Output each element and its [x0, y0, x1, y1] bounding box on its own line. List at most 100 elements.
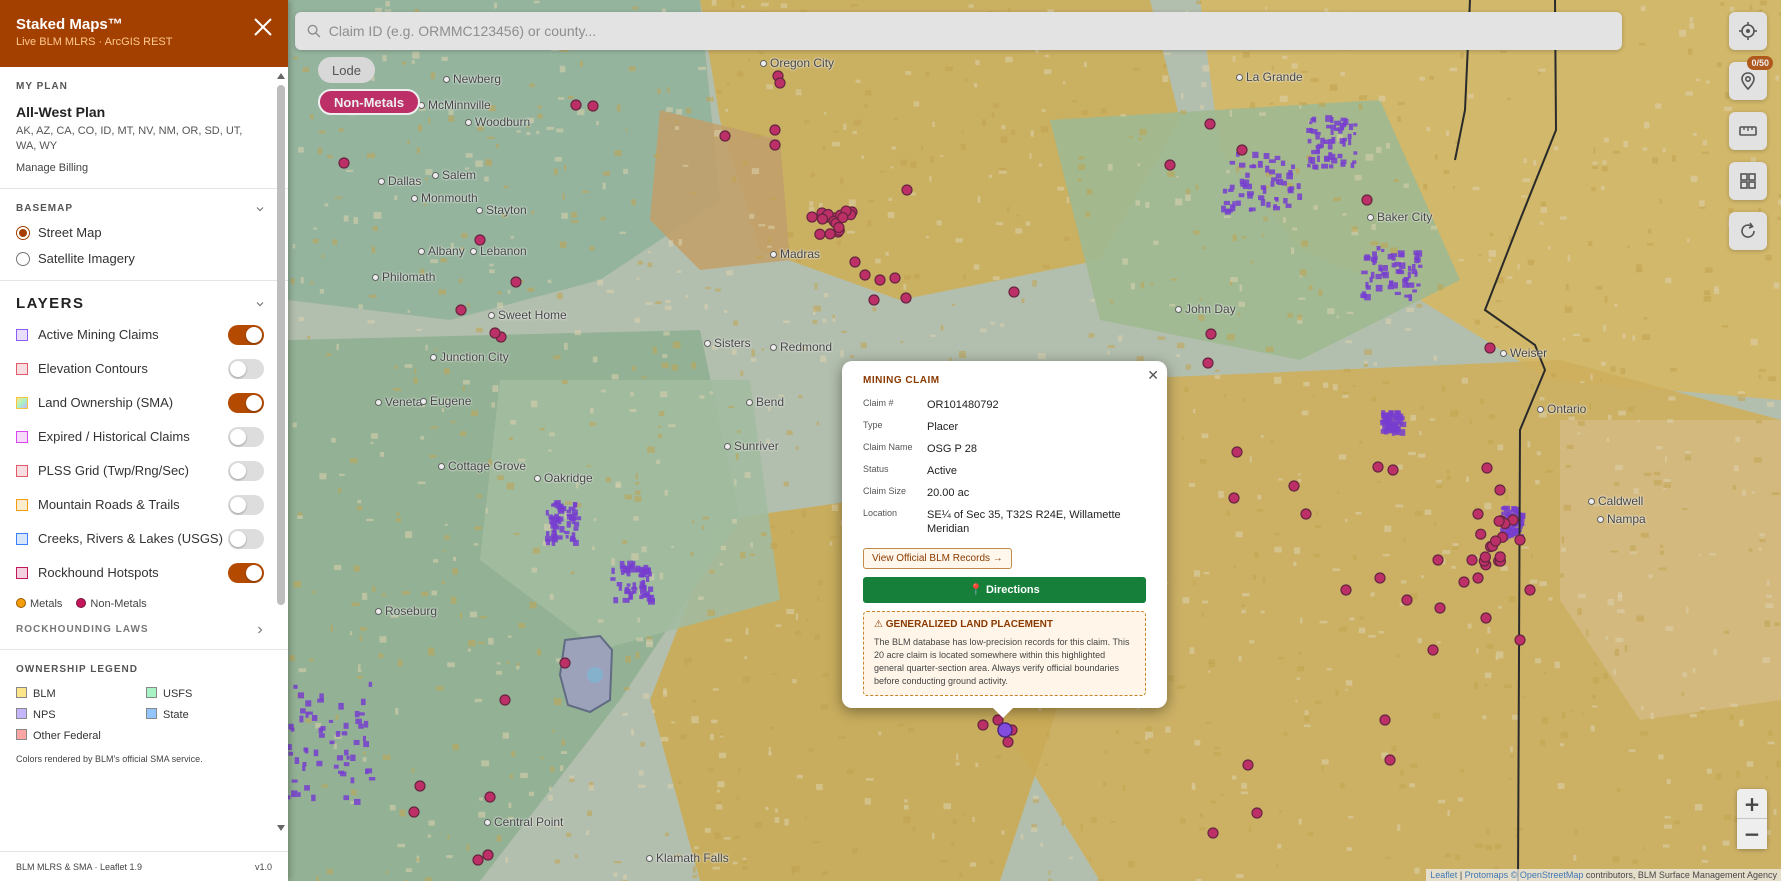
popup-close-icon[interactable]: ✕: [1147, 367, 1159, 384]
layer-row[interactable]: Land Ownership (SMA): [16, 392, 264, 414]
osm-link[interactable]: © OpenStreetMap: [1511, 870, 1584, 880]
map-place-label: Albany: [418, 244, 465, 258]
map-place-label: Stayton: [476, 203, 527, 217]
layer-swatch: [16, 533, 28, 545]
layer-row[interactable]: Expired / Historical Claims: [16, 426, 264, 448]
map-pin-icon: [1741, 72, 1755, 91]
pin-count-badge: 0/50: [1747, 56, 1773, 70]
map-place-label: Sunriver: [724, 439, 779, 453]
layer-toggle[interactable]: [228, 495, 264, 515]
layers-title: LAYERS: [16, 295, 85, 312]
chevron-down-icon: [256, 206, 264, 211]
my-plan-label: MY PLAN: [16, 81, 68, 92]
rockhounding-laws-link[interactable]: ROCKHOUNDING LAWS: [16, 624, 264, 635]
layer-row[interactable]: Rockhound Hotspots: [16, 562, 264, 584]
layer-row[interactable]: PLSS Grid (Twp/Rng/Sec): [16, 460, 264, 482]
popup-title: MINING CLAIM: [863, 375, 940, 386]
layer-toggle[interactable]: [228, 563, 264, 583]
layer-row[interactable]: Mountain Roads & Trails: [16, 494, 264, 516]
map-place-label: Klamath Falls: [646, 851, 729, 865]
basemap-option-label: Street Map: [38, 225, 102, 240]
layer-row[interactable]: Elevation Contours: [16, 358, 264, 380]
layer-label: PLSS Grid (Twp/Rng/Sec): [38, 463, 189, 478]
ownership-swatch: [16, 687, 27, 698]
map-place-label: Newberg: [443, 72, 501, 86]
basemap-header[interactable]: BASEMAP: [16, 203, 264, 214]
legend-metals: Metals: [16, 598, 62, 610]
layer-toggle[interactable]: [228, 461, 264, 481]
locate-button[interactable]: [1729, 12, 1767, 50]
sidebar-footer: BLM MLRS & SMA · Leaflet 1.9 v1.0: [0, 851, 288, 881]
refresh-icon: [1741, 222, 1755, 238]
layer-row[interactable]: Active Mining Claims: [16, 324, 264, 346]
ownership-item: State: [146, 708, 256, 721]
refresh-button[interactable]: [1729, 212, 1767, 250]
manage-billing-link[interactable]: Manage Billing: [16, 162, 264, 174]
layer-label: Elevation Contours: [38, 361, 148, 376]
layer-swatch: [16, 397, 28, 409]
map-place-label: Philomath: [372, 270, 435, 284]
zoom-control: + −: [1737, 789, 1767, 849]
claim-search-input[interactable]: [328, 23, 1622, 39]
ownership-swatch: [16, 708, 27, 719]
view-blm-records-button[interactable]: View Official BLM Records →: [863, 548, 1012, 569]
map-place-label: Weiser: [1500, 346, 1547, 360]
close-sidebar-icon[interactable]: [252, 16, 274, 38]
my-plan-section: MY PLAN All-West Plan AK, AZ, CA, CO, ID…: [0, 67, 288, 189]
ownership-item: NPS: [16, 708, 146, 721]
map-place-label: Central Point: [484, 815, 563, 829]
map-tools: 0/50: [1729, 12, 1773, 250]
layer-toggle[interactable]: [228, 325, 264, 345]
protomaps-link[interactable]: Protomaps: [1465, 870, 1509, 880]
sidebar-scrollbar[interactable]: [277, 71, 285, 831]
layer-label: Expired / Historical Claims: [38, 429, 190, 444]
layer-toggle[interactable]: [228, 529, 264, 549]
plan-states: AK, AZ, CA, CO, ID, MT, NV, NM, OR, SD, …: [16, 125, 243, 152]
app-title: Staked Maps™: [16, 16, 123, 33]
map-place-label: Eugene: [420, 394, 471, 408]
layer-label: Mountain Roads & Trails: [38, 497, 180, 512]
field-value: Active: [927, 465, 957, 477]
layer-label: Active Mining Claims: [38, 327, 159, 342]
claim-search-bar[interactable]: [295, 12, 1622, 50]
attribution-rest: contributors, BLM Surface Management Age…: [1585, 870, 1777, 880]
map-place-label: John Day: [1175, 302, 1236, 316]
radio-street-map[interactable]: [16, 225, 30, 240]
claim-details: Claim # OR101480792 Type Placer Claim Name OS…: [863, 398, 1146, 536]
basemap-option-satellite[interactable]: Satellite Imagery: [16, 251, 264, 266]
saved-pins-button[interactable]: 0/50: [1729, 56, 1773, 100]
layer-row[interactable]: Creeks, Rivers & Lakes (USGS): [16, 528, 264, 550]
field-key: Claim #: [863, 398, 894, 408]
filter-non-metals-chip[interactable]: Non-Metals: [318, 89, 421, 115]
filter-lode-chip[interactable]: Lode: [318, 57, 375, 83]
app-subtitle: Live BLM MLRS · ArcGIS REST: [16, 36, 173, 48]
map-place-label: Woodburn: [465, 115, 530, 129]
layer-swatch: [16, 363, 28, 375]
layer-toggle[interactable]: [228, 427, 264, 447]
map-place-label: Sisters: [704, 336, 751, 350]
map-place-label: Cottage Grove: [438, 459, 526, 473]
layer-swatch: [16, 567, 28, 579]
sidebar-body: MY PLAN All-West Plan AK, AZ, CA, CO, ID…: [0, 67, 288, 851]
field-key: Location: [863, 508, 898, 518]
layer-toggle[interactable]: [228, 393, 264, 413]
layers-header[interactable]: LAYERS: [16, 295, 264, 312]
map-place-label: Ontario: [1537, 402, 1586, 416]
footer-credits: BLM MLRS & SMA · Leaflet 1.9: [16, 861, 143, 872]
directions-button[interactable]: 📍 Directions: [863, 577, 1146, 603]
grid-view-button[interactable]: [1729, 162, 1767, 200]
zoom-in-button[interactable]: +: [1737, 789, 1767, 819]
layer-toggle[interactable]: [228, 359, 264, 379]
leaflet-link[interactable]: Leaflet: [1430, 870, 1457, 880]
field-value: OR101480792: [927, 399, 999, 411]
zoom-out-button[interactable]: −: [1737, 819, 1767, 849]
measure-button[interactable]: [1729, 112, 1767, 150]
grid-icon: [1740, 173, 1756, 189]
map-place-label: Monmouth: [411, 191, 478, 205]
layer-swatch: [16, 499, 28, 511]
ownership-item: Other Federal: [16, 729, 146, 742]
basemap-option-street[interactable]: Street Map: [16, 225, 264, 240]
map-place-label: Dallas: [378, 174, 421, 188]
map-place-label: Redmond: [770, 340, 832, 354]
radio-satellite[interactable]: [16, 251, 30, 266]
